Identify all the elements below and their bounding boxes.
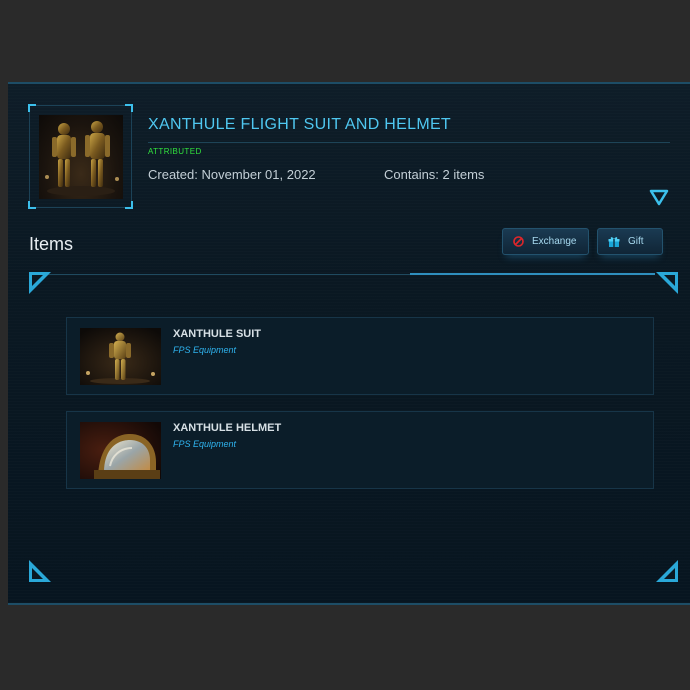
chevron-down-icon [649, 189, 669, 206]
corner-decoration [29, 272, 51, 294]
item-thumbnail [80, 422, 161, 479]
corner-decoration [656, 560, 678, 582]
list-item[interactable]: XANTHULE HELMET FPS Equipment [66, 411, 654, 489]
gift-icon [608, 236, 620, 247]
corner-decoration [656, 272, 678, 294]
gift-label: Gift [628, 236, 644, 247]
item-name: XANTHULE HELMET [173, 422, 282, 434]
list-top-highlight [410, 273, 655, 275]
pledge-thumbnail-image [39, 115, 123, 199]
exchange-button[interactable]: Exchange [502, 228, 589, 255]
frame-corner [28, 201, 36, 209]
item-thumbnail [80, 328, 161, 385]
item-name: XANTHULE SUIT [173, 328, 261, 340]
list-item[interactable]: XANTHULE SUIT FPS Equipment [66, 317, 654, 395]
contains-count: Contains: 2 items [384, 167, 485, 182]
pledge-title: XANTHULE FLIGHT SUIT AND HELMET [148, 116, 451, 133]
frame-corner [125, 104, 133, 112]
created-date: Created: November 01, 2022 [148, 167, 316, 182]
pledge-panel: XANTHULE FLIGHT SUIT AND HELMET ATTRIBUT… [8, 82, 690, 605]
gift-button[interactable]: Gift [597, 228, 663, 255]
list-top-border [45, 274, 410, 275]
exchange-label: Exchange [532, 236, 577, 247]
item-type: FPS Equipment [173, 439, 237, 449]
expand-toggle[interactable] [649, 189, 669, 207]
frame-corner [28, 104, 36, 112]
status-badge: ATTRIBUTED [148, 147, 202, 156]
items-heading: Items [29, 234, 74, 254]
exchange-icon [513, 236, 524, 247]
item-type: FPS Equipment [173, 345, 237, 355]
pledge-thumbnail-frame[interactable] [28, 104, 133, 209]
frame-corner [125, 201, 133, 209]
title-divider [148, 142, 670, 143]
corner-decoration [29, 560, 51, 582]
